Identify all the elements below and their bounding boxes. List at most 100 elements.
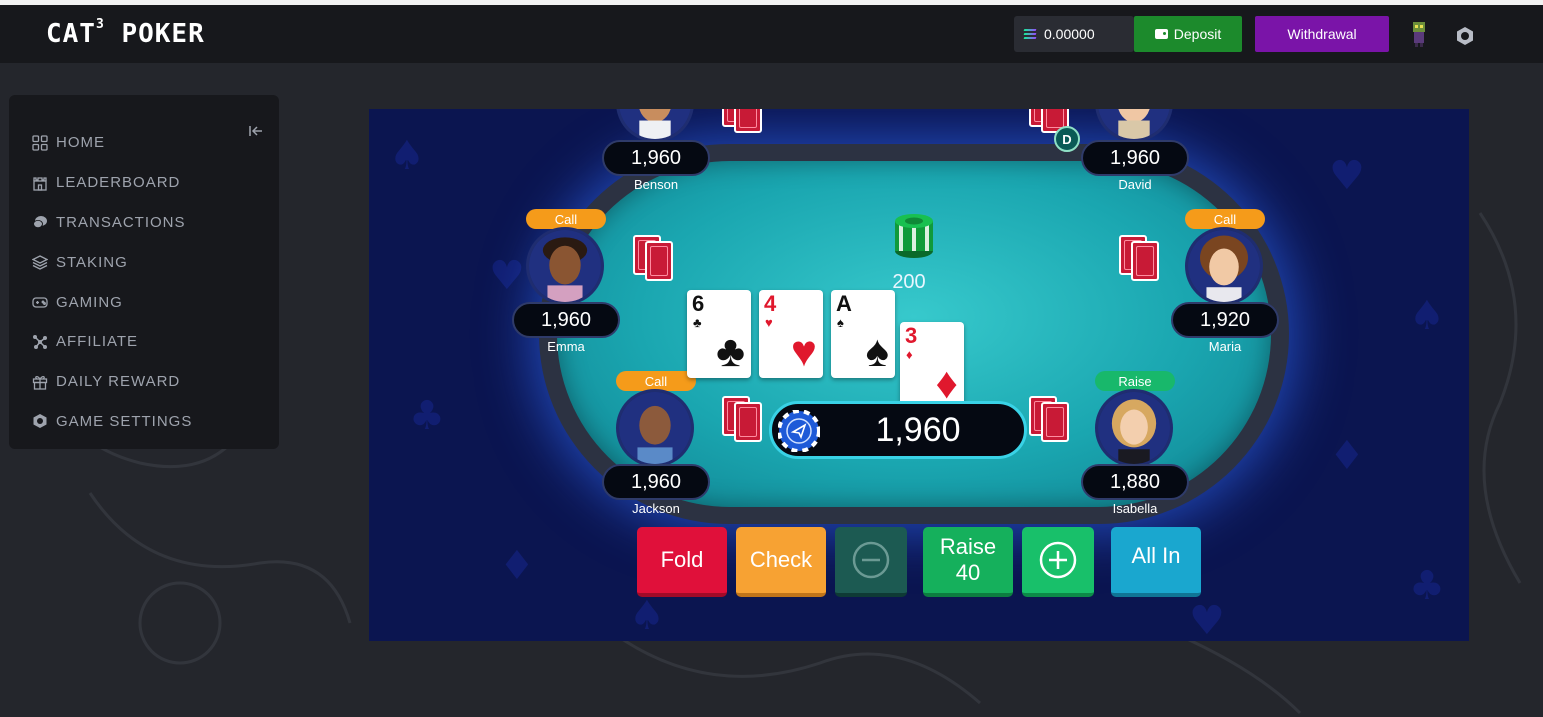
wallet-icon: [1154, 29, 1168, 39]
home-grid-icon: [32, 135, 48, 151]
collapse-sidebar-icon[interactable]: [249, 125, 263, 137]
card-suit-large: ♥: [790, 327, 817, 376]
top-bar: CAT3 POKER 0.00000 Deposit Withdrawal: [0, 5, 1543, 63]
sidebar-item-label: HOME: [56, 134, 105, 152]
player-stack: 1,960: [602, 140, 710, 176]
withdrawal-button[interactable]: Withdrawal: [1255, 16, 1389, 52]
player-card-back: [645, 241, 673, 281]
increase-raise-button[interactable]: [1022, 527, 1094, 597]
player-card-back: [734, 109, 762, 133]
action-badge: Call: [616, 371, 696, 391]
all-in-button[interactable]: All In: [1111, 527, 1201, 597]
svg-text:♣: ♣: [409, 393, 445, 439]
svg-text:♦: ♦: [1329, 433, 1365, 479]
player-stack: 1,960: [512, 302, 620, 338]
player-stack: 1,960: [1081, 140, 1189, 176]
deposit-button[interactable]: Deposit: [1134, 16, 1242, 52]
player-avatar-isabella[interactable]: [1095, 389, 1173, 467]
check-label: Check: [749, 547, 813, 572]
svg-text:♥: ♥: [1189, 598, 1225, 641]
player-name: Maria: [1208, 339, 1242, 354]
svg-text:♣: ♣: [1409, 563, 1445, 609]
svg-text:♦: ♦: [499, 543, 535, 589]
layers-icon: [32, 255, 48, 271]
player-name: Isabella: [1112, 501, 1158, 516]
svg-text:♥: ♥: [489, 253, 525, 299]
community-card: 6 ♣ ♣: [687, 290, 751, 378]
card-rank: 4: [764, 291, 777, 316]
fold-button[interactable]: Fold: [637, 527, 727, 597]
minus-icon: [852, 541, 890, 579]
player-stack: 1,960: [602, 464, 710, 500]
user-avatar[interactable]: [1409, 20, 1429, 48]
coins-icon: [33, 216, 47, 229]
svg-text:♠: ♠: [389, 133, 425, 179]
player-stack: 1,880: [1081, 464, 1189, 500]
card-suit-small: ♣: [693, 315, 702, 330]
dealer-button: D: [1054, 126, 1080, 152]
sidebar-item-label: DAILY REWARD: [56, 373, 181, 391]
svg-text:♥: ♥: [1329, 153, 1365, 199]
action-badge: Call: [1185, 209, 1265, 229]
raise-button[interactable]: Raise 40: [923, 527, 1013, 597]
sidebar-item-leaderboard[interactable]: LEADERBOARD: [32, 163, 192, 203]
community-card: A ♠ ♠: [831, 290, 895, 378]
app-logo[interactable]: CAT3 POKER: [46, 17, 205, 49]
sidebar-item-label: GAMING: [56, 293, 123, 311]
gift-icon: [32, 375, 48, 390]
sidebar-item-daily-reward[interactable]: DAILY REWARD: [32, 362, 192, 402]
sidebar-item-game-settings[interactable]: GAME SETTINGS: [32, 402, 192, 442]
player-card-back: [1131, 241, 1159, 281]
withdrawal-label: Withdrawal: [1287, 26, 1357, 42]
player-card-back: [1041, 402, 1069, 442]
sidebar-item-transactions[interactable]: TRANSACTIONS: [32, 203, 192, 243]
sidebar-item-affiliate[interactable]: AFFILIATE: [32, 322, 192, 362]
player-avatar-maria[interactable]: [1185, 227, 1263, 305]
sidebar-item-home[interactable]: HOME: [32, 123, 192, 163]
deposit-label: Deposit: [1173, 26, 1222, 42]
plus-icon: [1039, 541, 1077, 579]
card-suit-small: ♦: [906, 347, 913, 362]
player-card-back: [734, 402, 762, 442]
card-suit-large: ♠: [865, 327, 889, 376]
sidebar-item-gaming[interactable]: GAMING: [32, 282, 192, 322]
settings-icon: [33, 414, 47, 429]
gear-icon[interactable]: [1455, 26, 1475, 46]
pot-chips-icon: [895, 214, 933, 258]
player-avatar-emma[interactable]: [526, 227, 604, 305]
card-rank: A: [836, 291, 852, 316]
community-card: 4 ♥ ♥: [759, 290, 823, 378]
action-badge: Call: [526, 209, 606, 229]
balance-value: 0.00000: [1044, 26, 1095, 42]
sidebar-item-label: GAME SETTINGS: [56, 412, 193, 430]
community-card: 3 ♦ ♦: [900, 322, 964, 410]
sidebar-item-label: AFFILIATE: [56, 333, 139, 351]
all-in-label: All In: [1131, 543, 1181, 568]
affiliate-icon: [33, 334, 47, 349]
solana-icon: [1023, 29, 1037, 39]
decrease-raise-button[interactable]: [835, 527, 907, 597]
balance-display: 0.00000: [1014, 16, 1134, 52]
card-suit-small: ♥: [765, 315, 773, 330]
card-suit-large: ♦: [935, 359, 958, 408]
player-name: Benson: [633, 177, 679, 192]
card-rank: 6: [692, 291, 705, 316]
sidebar: HOME LEADERBOARD TRANSACTIONS STAKING GA…: [9, 95, 279, 449]
sidebar-item-label: LEADERBOARD: [56, 174, 181, 192]
player-name: Jackson: [632, 501, 680, 516]
player-name: David: [1118, 177, 1152, 192]
sidebar-item-staking[interactable]: STAKING: [32, 242, 192, 282]
check-button[interactable]: Check: [736, 527, 826, 597]
svg-text:♠: ♠: [1409, 293, 1445, 339]
fold-label: Fold: [660, 547, 704, 572]
action-badge: Raise: [1095, 371, 1175, 391]
card-suit-large: ♣: [716, 327, 745, 376]
player-avatar-jackson[interactable]: [616, 389, 694, 467]
player-chip-icon: [778, 410, 820, 452]
gamepad-icon: [32, 297, 48, 308]
raise-amount: 40: [955, 560, 981, 585]
poker-game-area: ♠ ♥ ♣ ♦ ♥ ♠ ♦ ♣ ♠ ♥ 1,960 Benson D 1,960 David …: [369, 109, 1469, 641]
castle-icon: [33, 177, 47, 191]
svg-text:♠: ♠: [629, 593, 665, 639]
raise-label: Raise: [939, 534, 997, 559]
